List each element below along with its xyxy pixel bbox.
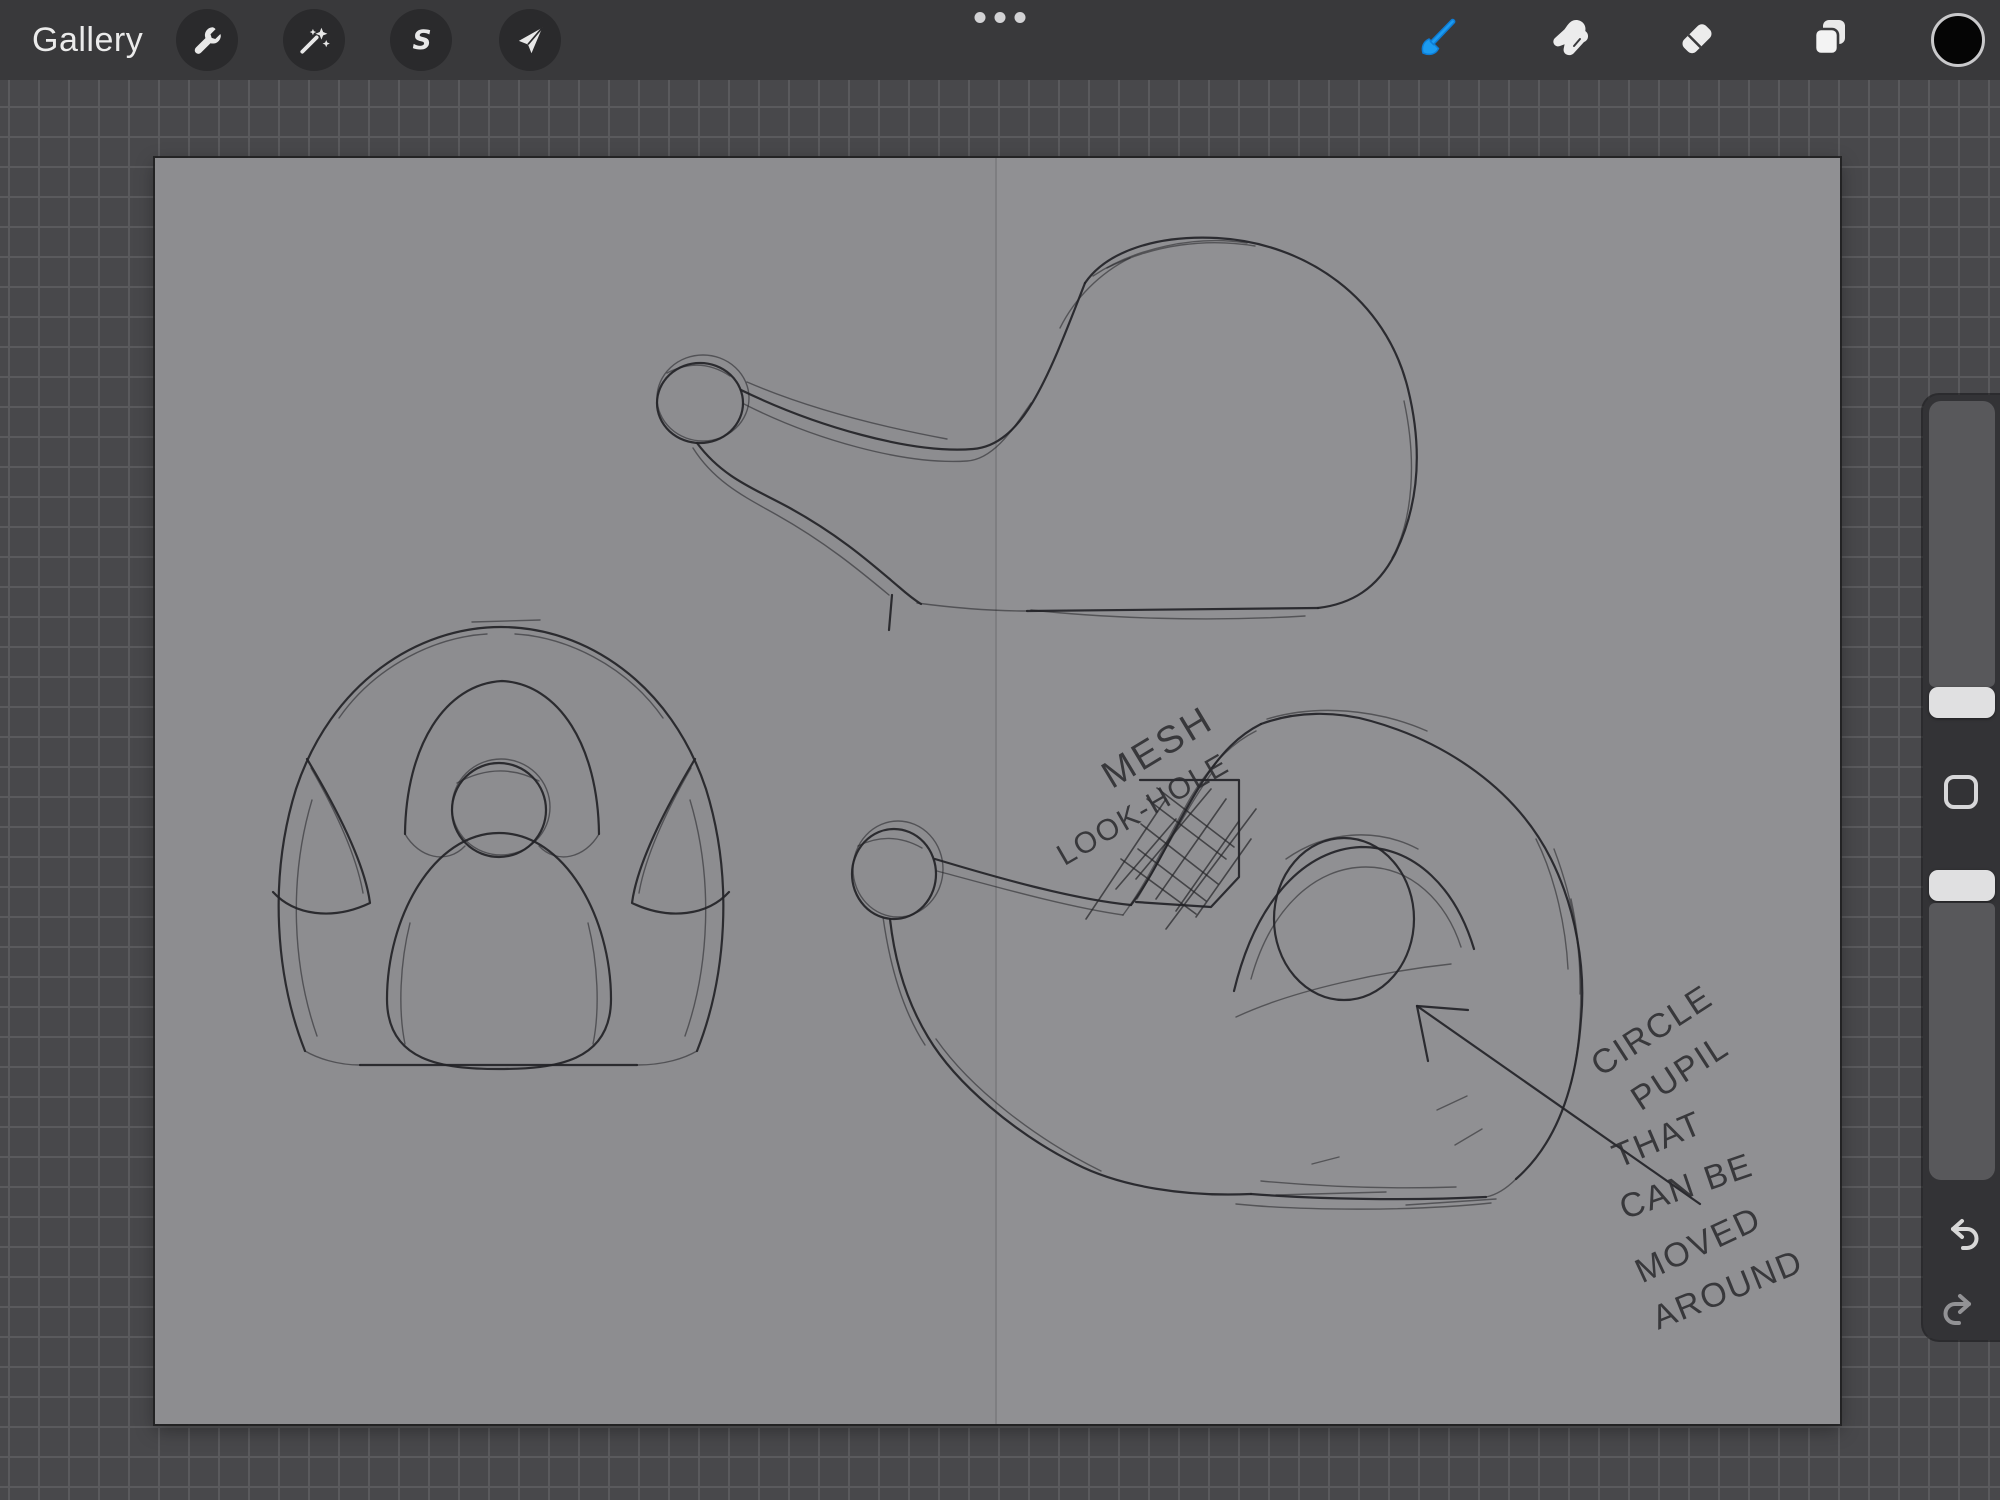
brush-opacity-slider-handle[interactable] — [1929, 870, 1995, 901]
redo-button[interactable] — [1941, 1287, 1981, 1327]
selection-button[interactable]: S — [390, 9, 452, 71]
actions-button[interactable] — [176, 9, 238, 71]
modify-button[interactable] — [1944, 775, 1978, 809]
selection-s-icon: S — [404, 23, 438, 57]
paint-tool-button[interactable] — [1414, 16, 1462, 64]
top-toolbar: Gallery S — [0, 0, 2000, 80]
brush-size-slider-handle[interactable] — [1929, 687, 1995, 718]
brush-sidebar — [1923, 395, 2000, 1340]
redo-arrow-icon — [1941, 1285, 1981, 1330]
paintbrush-icon — [1414, 14, 1462, 67]
ellipsis-icon — [995, 12, 1006, 23]
gallery-label: Gallery — [32, 21, 143, 60]
undo-arrow-icon — [1941, 1210, 1981, 1255]
ellipsis-icon — [975, 12, 986, 23]
handwritten-annotations: MESH LOOK-HOLE CIRCLE PUPIL THAT CAN BE … — [1051, 698, 1808, 1337]
magic-wand-icon — [297, 23, 331, 57]
procreate-workspace: { "topbar": { "gallery_label": "Gallery"… — [0, 0, 2000, 1500]
eraser-icon — [1673, 14, 1721, 67]
brush-opacity-slider[interactable] — [1929, 903, 1995, 1180]
smudge-icon — [1546, 14, 1594, 67]
color-circle-icon[interactable] — [1931, 13, 1985, 67]
gallery-button[interactable]: Gallery — [32, 0, 143, 80]
brush-size-slider[interactable] — [1929, 401, 1995, 687]
ellipsis-icon — [1015, 12, 1026, 23]
eraser-tool-button[interactable] — [1673, 16, 1721, 64]
wrench-icon — [190, 23, 224, 57]
transform-button[interactable] — [499, 9, 561, 71]
drawing-canvas[interactable]: MESH LOOK-HOLE CIRCLE PUPIL THAT CAN BE … — [155, 158, 1840, 1424]
sketch-artwork: MESH LOOK-HOLE CIRCLE PUPIL THAT CAN BE … — [155, 158, 1840, 1424]
layers-button[interactable] — [1806, 16, 1854, 64]
layers-icon — [1806, 14, 1854, 67]
undo-button[interactable] — [1941, 1212, 1981, 1252]
svg-text:S: S — [413, 25, 432, 56]
adjustments-button[interactable] — [283, 9, 345, 71]
left-page — [155, 158, 996, 1424]
smudge-tool-button[interactable] — [1546, 16, 1594, 64]
window-handle-button[interactable] — [975, 12, 1026, 23]
move-arrow-icon — [513, 23, 547, 57]
